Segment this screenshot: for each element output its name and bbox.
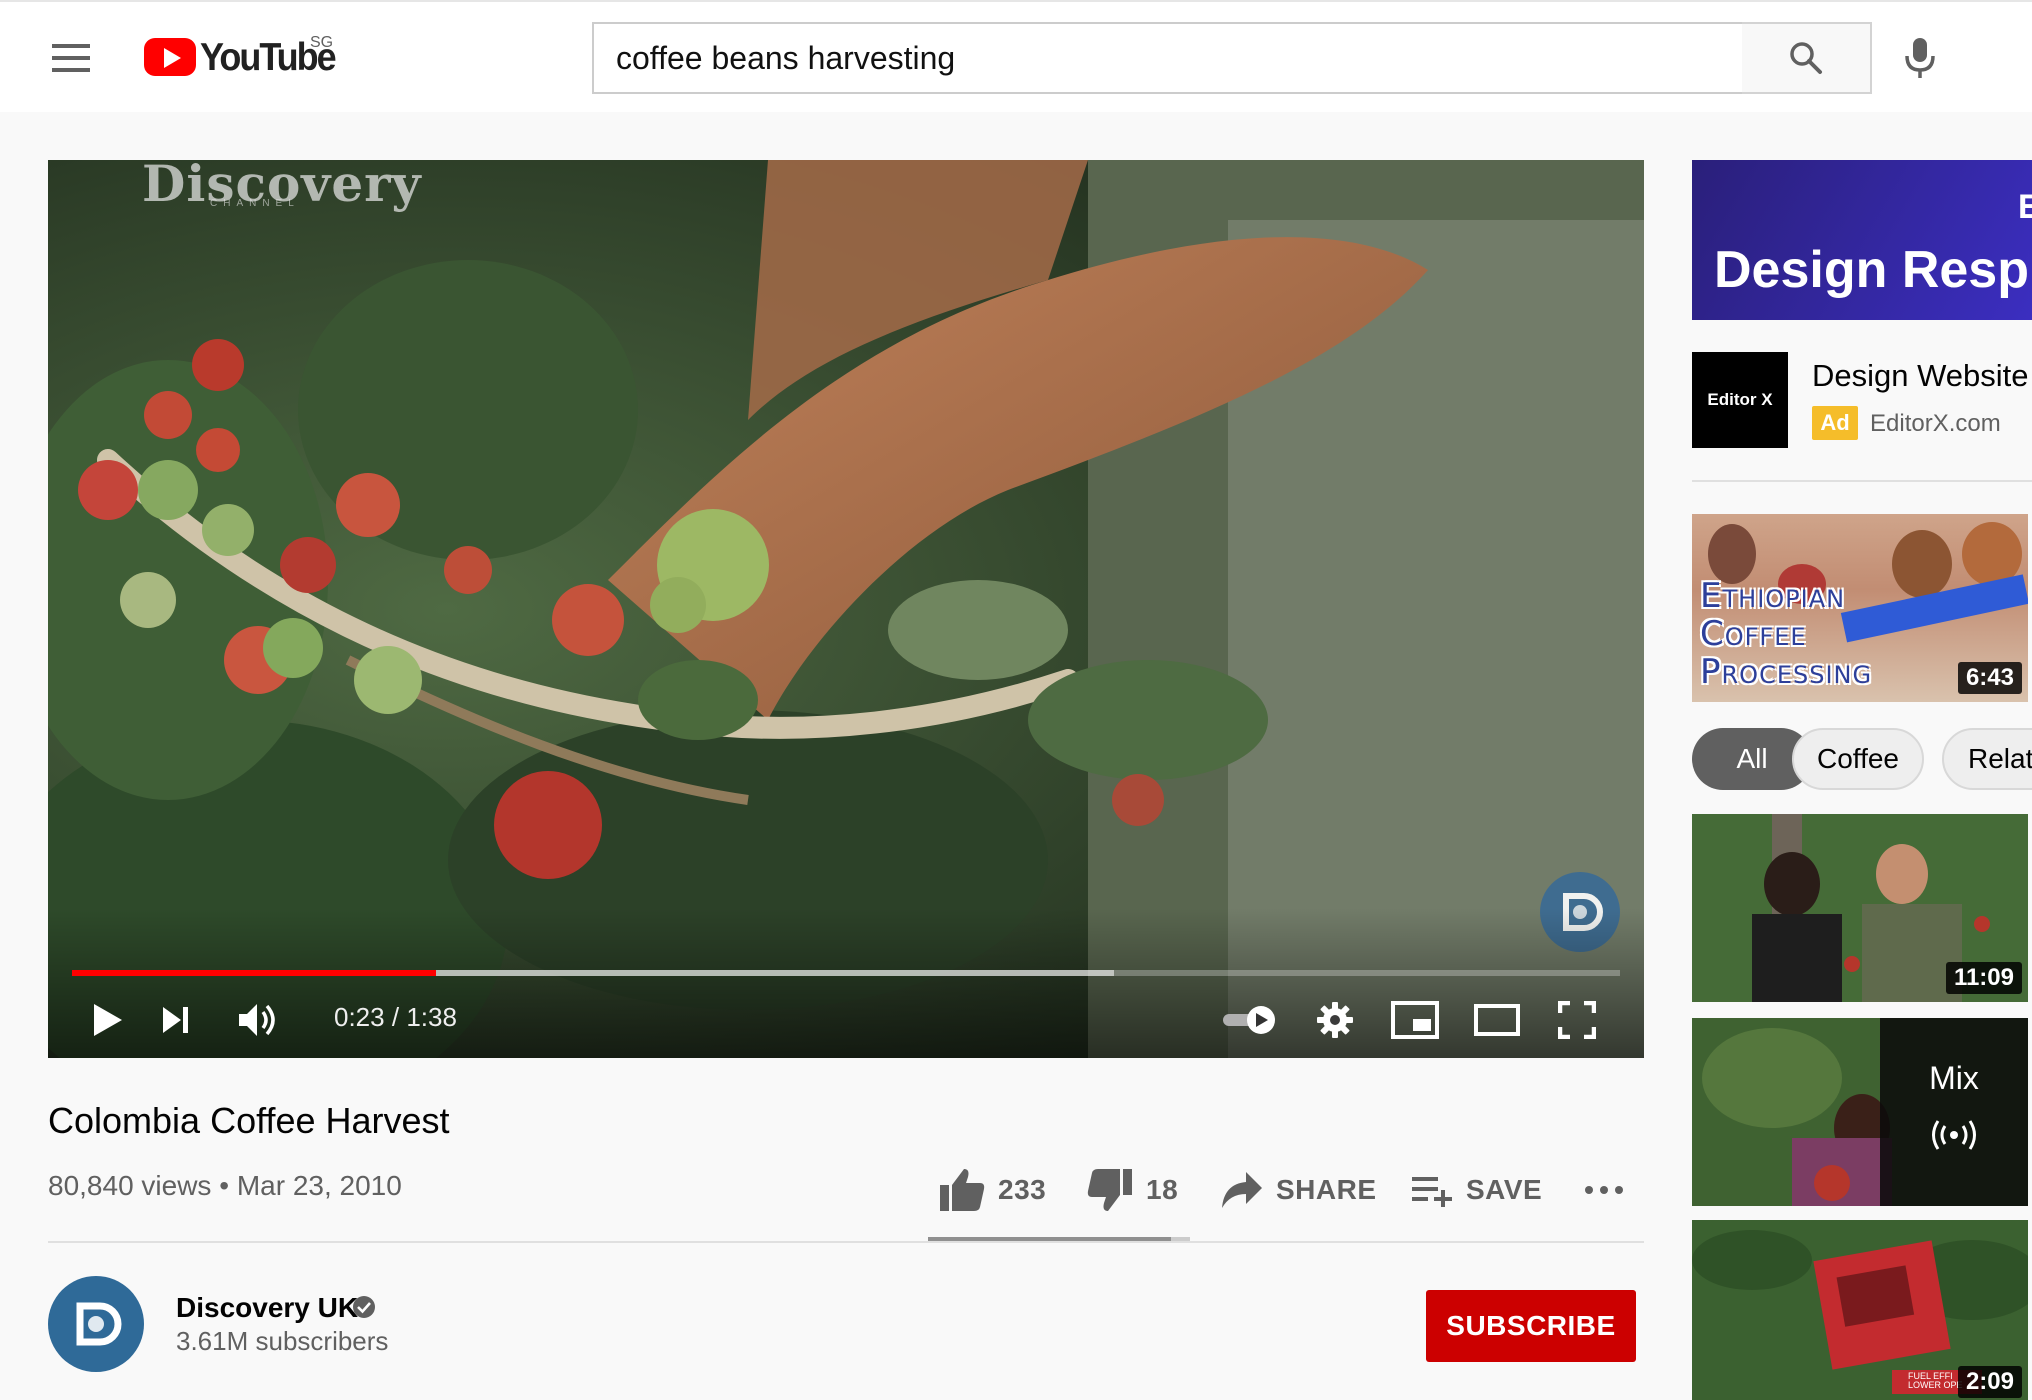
like-count: 233 (998, 1174, 1047, 1205)
theater-mode-icon (1474, 1004, 1520, 1036)
thumbnail-text-line: Processing (1700, 652, 1873, 692)
fullscreen-icon (1558, 1001, 1596, 1039)
channel-name[interactable]: Discovery UK (176, 1292, 358, 1324)
play-icon (94, 1004, 122, 1036)
like-button[interactable]: 233 (938, 1162, 1046, 1218)
dislike-button[interactable]: 18 (1086, 1162, 1178, 1218)
youtube-logo-icon (144, 38, 196, 76)
video-player[interactable]: Discovery CHANNEL 0:23 / 1:38 (48, 160, 1644, 1058)
more-dots-icon (1585, 1186, 1623, 1194)
autoplay-toggle[interactable] (1220, 996, 1280, 1044)
search-box (592, 22, 1744, 94)
ad-banner-corner: E (2018, 188, 2032, 226)
video-meta: 80,840 views • Mar 23, 2010 (48, 1170, 402, 1202)
mix-overlay: Mix (1880, 1018, 2028, 1206)
progress-played (72, 970, 436, 976)
share-arrow-icon (1222, 1172, 1262, 1208)
ad-badge: Ad (1812, 406, 1858, 440)
subscriber-count: 3.61M subscribers (176, 1326, 389, 1356)
current-time: 0:23 (334, 1002, 385, 1032)
ad-banner[interactable]: E Design Resp (1692, 160, 2032, 320)
mix-label: Mix (1929, 1060, 1979, 1096)
time-separator: / (391, 1002, 400, 1032)
thumbnail-text-line: Coffee (1700, 614, 1807, 654)
video-duration-badge: 6:43 (1957, 662, 2022, 694)
settings-button[interactable] (1310, 996, 1360, 1044)
upload-date: Mar 23, 2010 (236, 1170, 402, 1201)
ad-domain: EditorX.com (1870, 410, 2001, 437)
related-video-thumbnail[interactable]: Ethiopian Coffee Processing 6:43 (1692, 514, 2028, 702)
theater-mode-button[interactable] (1470, 996, 1524, 1044)
channel-avatar[interactable] (48, 1276, 144, 1372)
mix-playlist-thumbnail[interactable]: Mix (1692, 1018, 2028, 1206)
search-button[interactable] (1742, 22, 1872, 94)
share-button[interactable]: SHARE (1220, 1162, 1377, 1218)
time-display: 0:23 / 1:38 (334, 1002, 457, 1033)
menu-icon[interactable] (48, 40, 96, 76)
miniplayer-icon (1391, 1001, 1439, 1039)
related-video-thumbnail[interactable]: FUEL EFFI LOWER OPE 2:09 (1692, 1220, 2028, 1400)
share-label: SHARE (1276, 1174, 1377, 1205)
chip-coffee[interactable]: Coffee (1792, 728, 1924, 790)
miniplayer-button[interactable] (1388, 996, 1442, 1044)
autoplay-toggle-icon (1223, 1006, 1275, 1034)
channel-watermark-sub: CHANNEL (210, 198, 300, 209)
related-video-thumbnail[interactable]: 11:09 (1692, 814, 2028, 1002)
ad-logo[interactable]: Editor X (1692, 352, 1788, 448)
info-divider (48, 1241, 1644, 1243)
voice-search-button[interactable] (1900, 34, 1940, 82)
view-count: 80,840 views (48, 1170, 212, 1201)
thumbs-down-icon (1087, 1169, 1132, 1211)
mic-icon (1905, 38, 1935, 78)
meta-dot: • (219, 1170, 237, 1201)
thumbnail-text-line: Ethiopian (1700, 576, 1846, 616)
ad-title[interactable]: Design Website (1812, 358, 2029, 394)
mute-button[interactable] (232, 996, 286, 1044)
next-icon (163, 1007, 188, 1033)
masthead: YouTube SG (0, 0, 2032, 112)
fullscreen-button[interactable] (1552, 996, 1602, 1044)
save-label: SAVE (1466, 1174, 1543, 1205)
save-button[interactable]: SAVE (1410, 1162, 1542, 1218)
ad-banner-text: Design Resp (1714, 241, 2029, 299)
video-duration-badge: 2:09 (1957, 1366, 2022, 1398)
play-button[interactable] (84, 996, 132, 1044)
verified-check-icon (353, 1296, 375, 1318)
chip-related[interactable]: Relat (1942, 728, 2032, 790)
total-duration: 1:38 (406, 1002, 457, 1032)
search-input[interactable] (594, 24, 1744, 92)
logo-region: SG (310, 34, 334, 51)
video-duration-badge: 11:09 (1945, 962, 2022, 994)
sidebar-divider (1692, 480, 2032, 482)
search-icon (1790, 42, 1822, 74)
settings-gear-icon (1317, 1002, 1353, 1038)
subscribe-button[interactable]: SUBSCRIBE (1426, 1290, 1636, 1362)
volume-icon (239, 1004, 275, 1036)
more-actions-button[interactable] (1584, 1162, 1624, 1218)
next-button[interactable] (152, 996, 200, 1044)
video-title: Colombia Coffee Harvest (48, 1100, 450, 1141)
thumbs-up-icon (940, 1169, 985, 1211)
dislike-count: 18 (1146, 1174, 1179, 1205)
mix-radio-icon (1932, 1120, 1976, 1150)
progress-bar[interactable] (72, 970, 1620, 976)
playlist-add-icon (1412, 1177, 1452, 1207)
